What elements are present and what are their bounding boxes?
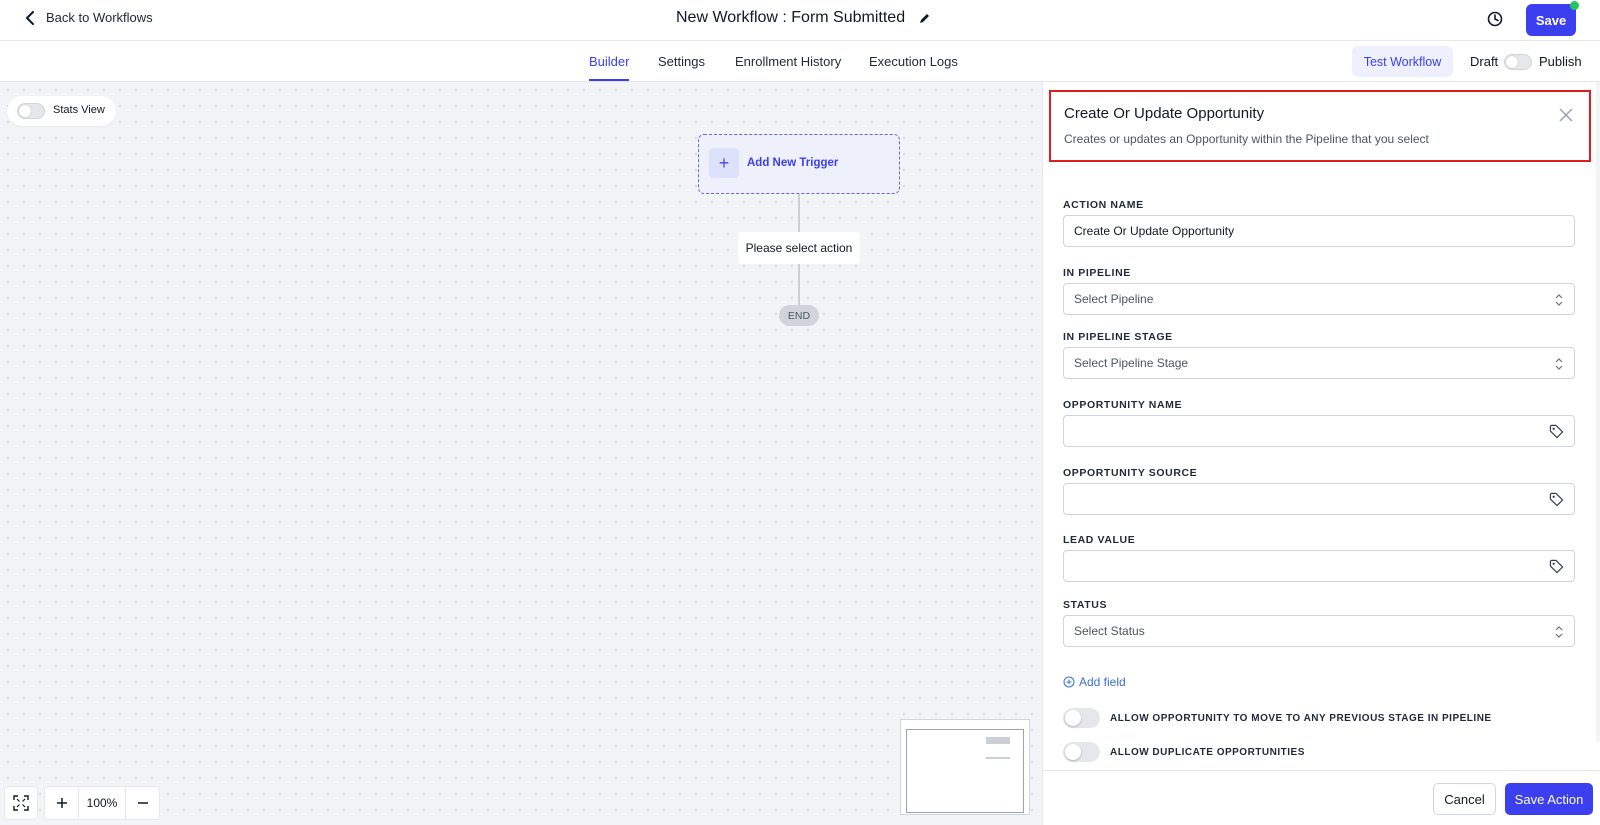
- workflow-title-group: New Workflow : Form Submitted: [676, 9, 931, 27]
- tag-icon[interactable]: [1549, 424, 1564, 439]
- action-name-value: Create Or Update Opportunity: [1074, 224, 1235, 238]
- status-select[interactable]: Select Status: [1063, 615, 1575, 647]
- close-icon[interactable]: [1559, 108, 1573, 122]
- add-trigger-node[interactable]: + Add New Trigger: [698, 134, 900, 194]
- stats-view-toggle[interactable]: [17, 103, 45, 119]
- tab-execution-logs[interactable]: Execution Logs: [869, 54, 958, 69]
- allow-duplicates-label: ALLOW DUPLICATE OPPORTUNITIES: [1110, 746, 1305, 758]
- plus-icon: +: [709, 148, 739, 178]
- top-header: Back to Workflows New Workflow : Form Su…: [0, 0, 1600, 41]
- end-label: END: [787, 309, 811, 322]
- tab-builder[interactable]: Builder: [589, 54, 630, 81]
- minus-icon: [137, 802, 148, 804]
- fit-view-button[interactable]: [4, 786, 38, 820]
- status-placeholder: Select Status: [1074, 624, 1145, 638]
- zoom-controls: 100%: [4, 786, 160, 820]
- save-action-button[interactable]: Save Action: [1505, 783, 1593, 815]
- action-node[interactable]: Please select action: [738, 232, 860, 264]
- end-node: END: [779, 305, 819, 326]
- panel-footer: Cancel Save Action: [1043, 770, 1600, 825]
- pipeline-stage-placeholder: Select Pipeline Stage: [1074, 356, 1189, 370]
- workflow-canvas[interactable]: Stats View + Add New Trigger Please sele…: [0, 82, 1042, 825]
- tab-settings[interactable]: Settings: [658, 54, 705, 69]
- panel-title: Create Or Update Opportunity: [1064, 105, 1265, 122]
- allow-move-row: ALLOW OPPORTUNITY TO MOVE TO ANY PREVIOU…: [1063, 708, 1492, 728]
- chevron-updown-icon: [1555, 358, 1563, 370]
- connector-line: [798, 194, 800, 232]
- publish-toggle[interactable]: [1504, 54, 1532, 70]
- allow-duplicates-row: ALLOW DUPLICATE OPPORTUNITIES: [1063, 742, 1305, 762]
- connector-line: [798, 264, 800, 305]
- tag-icon[interactable]: [1549, 559, 1564, 574]
- opportunity-source-label: OPPORTUNITY SOURCE: [1063, 467, 1198, 479]
- pipeline-stage-select[interactable]: Select Pipeline Stage: [1063, 347, 1575, 379]
- add-field-label: Add field: [1079, 675, 1126, 689]
- history-icon[interactable]: [1486, 10, 1504, 28]
- chevron-left-icon: [26, 10, 34, 25]
- lead-value-input[interactable]: [1063, 550, 1575, 582]
- chevron-updown-icon: [1555, 294, 1563, 306]
- cancel-button[interactable]: Cancel: [1433, 783, 1496, 815]
- tab-bar: Builder Settings Enrollment History Exec…: [0, 41, 1600, 82]
- action-name-label: ACTION NAME: [1063, 199, 1144, 211]
- add-trigger-label: Add New Trigger: [747, 157, 839, 169]
- minimap-node: [986, 737, 1010, 744]
- panel-description: Creates or updates an Opportunity within…: [1064, 132, 1429, 146]
- test-workflow-button[interactable]: Test Workflow: [1352, 46, 1453, 77]
- zoom-in-button[interactable]: [45, 787, 78, 819]
- pipeline-select[interactable]: Select Pipeline: [1063, 283, 1575, 315]
- allow-move-toggle[interactable]: [1063, 708, 1100, 728]
- tag-icon[interactable]: [1549, 492, 1564, 507]
- lead-value-label: LEAD VALUE: [1063, 534, 1136, 546]
- save-button[interactable]: Save: [1526, 4, 1576, 36]
- action-name-input[interactable]: Create Or Update Opportunity: [1063, 215, 1575, 247]
- pipeline-placeholder: Select Pipeline: [1074, 292, 1154, 306]
- scrollbar[interactable]: [1596, 82, 1600, 742]
- pencil-icon[interactable]: [919, 12, 931, 24]
- zoom-out-button[interactable]: [126, 787, 159, 819]
- minimap[interactable]: [900, 719, 1030, 815]
- allow-move-label: ALLOW OPPORTUNITY TO MOVE TO ANY PREVIOU…: [1110, 712, 1492, 724]
- opportunity-name-input[interactable]: [1063, 415, 1575, 447]
- workflow-title: New Workflow : Form Submitted: [676, 9, 906, 26]
- back-to-workflows-link[interactable]: Back to Workflows: [24, 10, 153, 25]
- expand-icon: [13, 795, 29, 811]
- draft-label: Draft: [1470, 54, 1499, 69]
- pipeline-stage-label: IN PIPELINE STAGE: [1063, 331, 1173, 343]
- add-field-link[interactable]: Add field: [1063, 675, 1126, 689]
- tab-enrollment-history[interactable]: Enrollment History: [735, 54, 841, 69]
- publish-label: Publish: [1539, 54, 1582, 69]
- stats-view-label: Stats View: [53, 104, 105, 116]
- zoom-level: 100%: [86, 796, 118, 810]
- chevron-updown-icon: [1555, 626, 1563, 638]
- plus-icon: [56, 798, 67, 808]
- action-node-label: Please select action: [745, 241, 853, 255]
- stats-view-control: Stats View: [7, 96, 116, 126]
- plus-circle-icon: [1063, 676, 1075, 688]
- status-dot: [1570, 1, 1579, 10]
- action-config-panel: Create Or Update Opportunity Creates or …: [1042, 82, 1600, 825]
- status-label: STATUS: [1063, 599, 1108, 611]
- back-label: Back to Workflows: [46, 10, 153, 25]
- opportunity-source-input[interactable]: [1063, 483, 1575, 515]
- pipeline-label: IN PIPELINE: [1063, 267, 1131, 279]
- allow-duplicates-toggle[interactable]: [1063, 742, 1100, 762]
- zoom-group: 100%: [44, 786, 160, 820]
- panel-header: Create Or Update Opportunity Creates or …: [1049, 90, 1591, 162]
- opportunity-name-label: OPPORTUNITY NAME: [1063, 399, 1183, 411]
- minimap-node: [986, 757, 1010, 759]
